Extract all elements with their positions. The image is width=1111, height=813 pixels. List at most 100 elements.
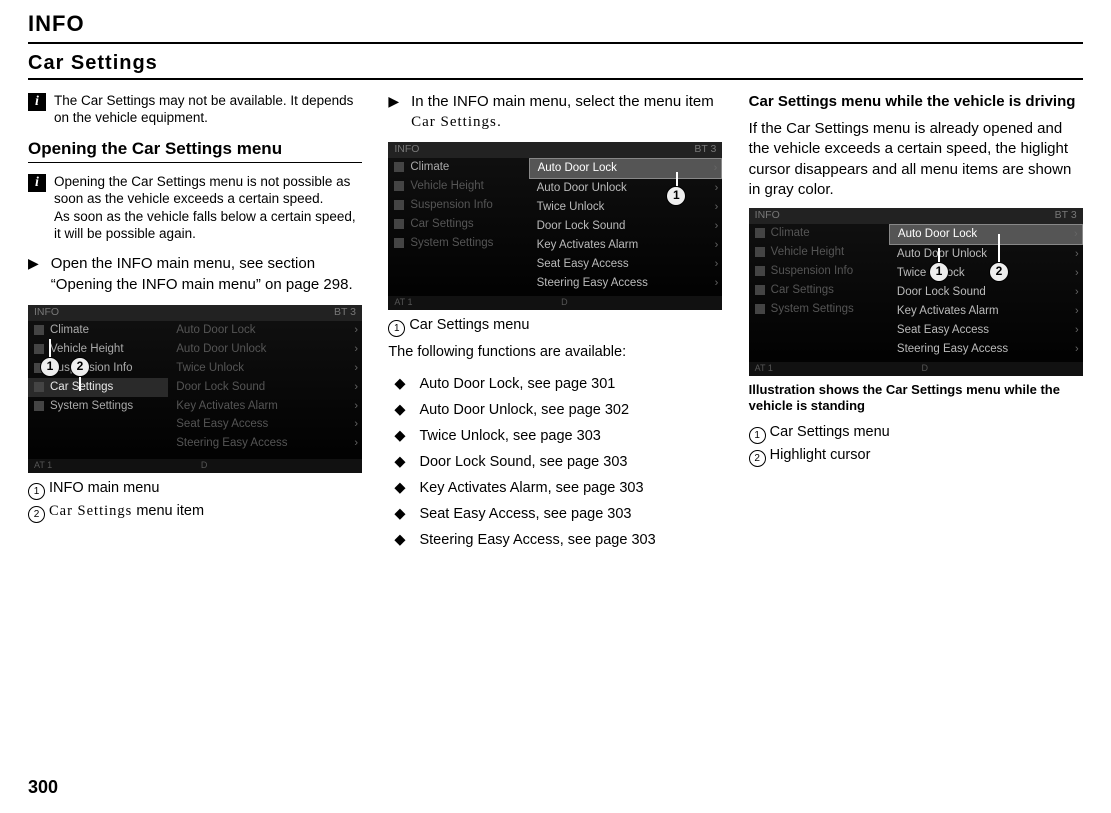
step-1: ▶ Open the INFO main menu, see section “… (28, 254, 362, 295)
subsection-heading: Opening the Car Settings menu (28, 138, 362, 160)
ss-bt: BT 3 (334, 306, 356, 320)
ss-right-item: Seat Easy Access (168, 415, 362, 434)
ss-left-item: Car Settings (388, 215, 528, 234)
legend-c2: 2Highlight cursor (749, 446, 1083, 467)
ss-bt: BT 3 (1055, 209, 1077, 223)
subsection-rule (28, 162, 362, 163)
step-2-post: . (497, 113, 501, 130)
info-block-2: i Opening the Car Settings menu is not p… (28, 173, 362, 242)
info-icon: i (28, 174, 46, 192)
ss-right-item: Key Activates Alarm (168, 397, 362, 416)
step-marker-icon: ▶ (388, 92, 399, 133)
ss-right-item: Steering Easy Access (529, 274, 723, 293)
ss-title: INFO (34, 306, 59, 320)
column-1: i The Car Settings may not be available.… (28, 92, 362, 553)
legend-a2: 2Car Settings menu item (28, 502, 362, 523)
bullet-icon: ◆ (388, 401, 405, 420)
ss-right-item: Twice Unlock (889, 264, 1083, 283)
ss-topbar: INFO BT 3 (28, 305, 362, 321)
ss-right-item: Twice Unlock (529, 198, 723, 217)
bullet-icon: ◆ (388, 453, 405, 472)
ss-right-item-highlight: Auto Door Lock (529, 158, 723, 179)
ss-left-item: Climate (749, 224, 889, 243)
ss-right-list: Auto Door Lock Auto Door Unlock Twice Un… (529, 158, 723, 296)
ss-title: INFO (394, 143, 419, 157)
page: INFO Car Settings i The Car Settings may… (0, 0, 1111, 813)
ss-bottom: AT 1 D (749, 362, 1083, 376)
ss-right-item: Steering Easy Access (889, 340, 1083, 359)
ss-left-item: System Settings (28, 397, 168, 416)
column-3: Car Settings menu while the vehicle is d… (749, 92, 1083, 553)
function-item: ◆ Door Lock Sound, see page 303 (388, 449, 722, 475)
step-2-menu: Car Settings (411, 114, 497, 130)
ss-right-item: Door Lock Sound (529, 217, 723, 236)
info-block-1: i The Car Settings may not be available.… (28, 92, 362, 127)
figure-caption: Illustration shows the Car Settings menu… (749, 382, 1083, 415)
screenshot-standing: INFO BT 3 Climate Vehicle Height Suspens… (749, 208, 1083, 376)
function-text: Auto Door Lock, see page 301 (419, 375, 615, 394)
legend-a1: 1INFO main menu (28, 479, 362, 500)
ss-bottom: AT 1 D (28, 459, 362, 473)
circled-2-icon: 2 (28, 506, 45, 523)
function-text: Key Activates Alarm, see page 303 (419, 479, 643, 498)
ss-left-item-selected: Car Settings (28, 378, 168, 397)
legend-b1-text: Car Settings menu (409, 317, 529, 333)
columns: i The Car Settings may not be available.… (28, 92, 1083, 553)
step-2-text: In the INFO main menu, select the menu i… (411, 92, 723, 133)
bullet-icon: ◆ (388, 375, 405, 394)
legend-c1-text: Car Settings menu (770, 424, 890, 440)
callout-1: 1 (929, 262, 949, 282)
ss-right-item: Door Lock Sound (168, 378, 362, 397)
ss-topbar: INFO BT 3 (749, 208, 1083, 224)
callout-2: 2 (989, 262, 1009, 282)
callout-line (998, 234, 1000, 264)
function-text: Auto Door Unlock, see page 302 (419, 401, 629, 420)
ss-right-item: Steering Easy Access (168, 434, 362, 453)
page-header: INFO (28, 10, 1083, 39)
ss-left-item: Vehicle Height (388, 177, 528, 196)
column-2: ▶ In the INFO main menu, select the menu… (388, 92, 722, 553)
function-item: ◆ Auto Door Unlock, see page 302 (388, 398, 722, 424)
ss-bottom-mid: D (922, 363, 929, 375)
section-rule (28, 78, 1083, 80)
circled-2-icon: 2 (749, 450, 766, 467)
functions-caption: The following functions are available: (388, 343, 722, 362)
circled-1-icon: 1 (749, 427, 766, 444)
ss-right-item: Seat Easy Access (529, 255, 723, 274)
function-item: ◆Steering Easy Access, see page 303 (388, 527, 722, 553)
ss-left-item: Suspension Info (749, 262, 889, 281)
ss-topbar: INFO BT 3 (388, 142, 722, 158)
function-text: Door Lock Sound, see page 303 (419, 453, 627, 472)
callout-line (49, 339, 51, 357)
bullet-icon: ◆ (388, 427, 405, 446)
col3-heading: Car Settings menu while the vehicle is d… (749, 92, 1083, 112)
legend-a2-menu: Car Settings (49, 503, 132, 519)
legend-a2-text: menu item (132, 503, 204, 519)
page-number: 300 (28, 776, 58, 799)
legend-c2-text: Highlight cursor (770, 447, 871, 463)
ss-left-list: Climate Vehicle Height Suspension Info C… (388, 158, 528, 296)
ss-title: INFO (755, 209, 780, 223)
screenshot-info-menu: INFO BT 3 Climate Vehicle Height Suspens… (28, 305, 362, 473)
ss-right-item: Seat Easy Access (889, 321, 1083, 340)
step-1-text: Open the INFO main menu, see section “Op… (51, 254, 363, 295)
callout-2: 2 (70, 357, 90, 377)
function-item: ◆ Auto Door Lock, see page 301 (388, 372, 722, 398)
ss-right-item-highlight: Auto Door Lock (889, 224, 1083, 245)
ss-left-item: System Settings (388, 234, 528, 253)
ss-right-item: Auto Door Unlock (168, 340, 362, 359)
ss-right-item: Auto Door Lock (168, 321, 362, 340)
function-text: Twice Unlock, see page 303 (419, 427, 600, 446)
function-item: ◆Key Activates Alarm, see page 303 (388, 475, 722, 501)
screenshot-car-settings: INFO BT 3 Climate Vehicle Height Suspens… (388, 142, 722, 310)
header-rule (28, 42, 1083, 44)
ss-left-list: Climate Vehicle Height Suspension Info C… (28, 321, 168, 459)
ss-bottom-mid: D (201, 460, 208, 472)
info-text-2: Opening the Car Settings menu is not pos… (54, 173, 362, 242)
step-2: ▶ In the INFO main menu, select the menu… (388, 92, 722, 133)
ss-bt: BT 3 (694, 143, 716, 157)
ss-bottom-left: AT 1 (394, 297, 412, 309)
info-icon: i (28, 93, 46, 111)
ss-bottom-left: AT 1 (755, 363, 773, 375)
ss-right-list: Auto Door Lock Auto Door Unlock Twice Un… (168, 321, 362, 459)
